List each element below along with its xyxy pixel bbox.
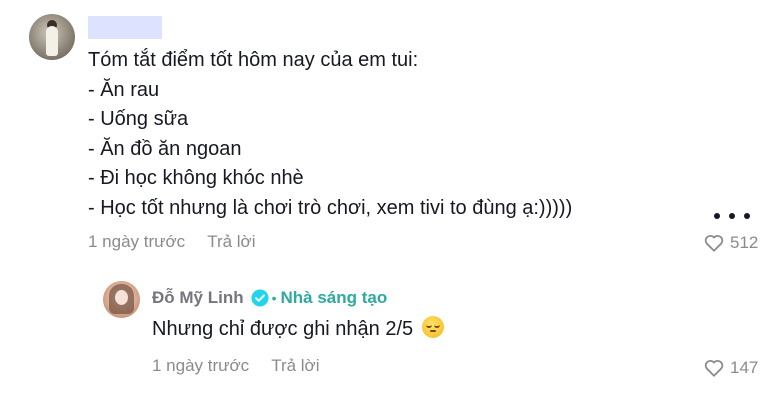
reply-text-content: Nhưng chỉ được ghi nhận 2/5: [152, 318, 414, 340]
heart-outline-icon: [704, 235, 724, 252]
comment-meta: 1 ngày trước Trả lời: [88, 232, 255, 252]
more-options-button[interactable]: [714, 206, 750, 226]
reply-author-name[interactable]: Đỗ Mỹ Linh: [152, 288, 244, 308]
reply-author-avatar[interactable]: [103, 281, 140, 318]
reply-reply-button[interactable]: Trả lời: [271, 356, 319, 376]
comment-line: - Ăn đồ ăn ngoan: [88, 137, 242, 160]
reply-timestamp: 1 ngày trước: [152, 356, 250, 375]
avatar-photo-face: [115, 290, 128, 305]
comment-text: Tóm tắt điểm tốt hôm nay của em tui: - Ă…: [88, 46, 708, 223]
creator-separator: •: [271, 290, 277, 306]
reply-text: Nhưng chỉ được ghi nhận 2/5: [152, 316, 444, 342]
commenter-name-redacted: [88, 16, 162, 39]
heart-outline-icon: [704, 360, 724, 377]
verified-badge-icon: [251, 289, 269, 307]
reply-like-count: 147: [730, 358, 759, 377]
commenter-avatar[interactable]: [29, 14, 75, 60]
more-dots-icon: [729, 213, 735, 219]
comment-line: - Đi học không khóc nhè: [88, 167, 304, 189]
comment-line: - Ăn rau: [88, 78, 160, 101]
relieved-face-icon: [421, 316, 444, 338]
more-dots-icon: [744, 213, 750, 219]
reply-header: Đỗ Mỹ Linh • Nhà sáng tạo: [152, 287, 387, 309]
comment-reply-button[interactable]: Trả lời: [207, 232, 255, 252]
comment-timestamp: 1 ngày trước: [88, 232, 186, 251]
comment-line: - Uống sữa: [88, 108, 189, 130]
more-dots-icon: [714, 213, 720, 219]
comment-line: Tóm tắt điểm tốt hôm nay của em tui:: [88, 49, 419, 71]
comment-line: - Học tốt nhưng là chơi trò chơi, xem ti…: [88, 196, 573, 219]
comment-like-count: 512: [730, 233, 759, 252]
reply-like-button[interactable]: 147: [704, 358, 758, 378]
comment-like-button[interactable]: 512: [704, 233, 758, 253]
avatar-photo-figure: [46, 26, 58, 56]
reply-meta: 1 ngày trước Trả lời: [152, 356, 319, 376]
creator-badge: Nhà sáng tạo: [280, 288, 388, 307]
